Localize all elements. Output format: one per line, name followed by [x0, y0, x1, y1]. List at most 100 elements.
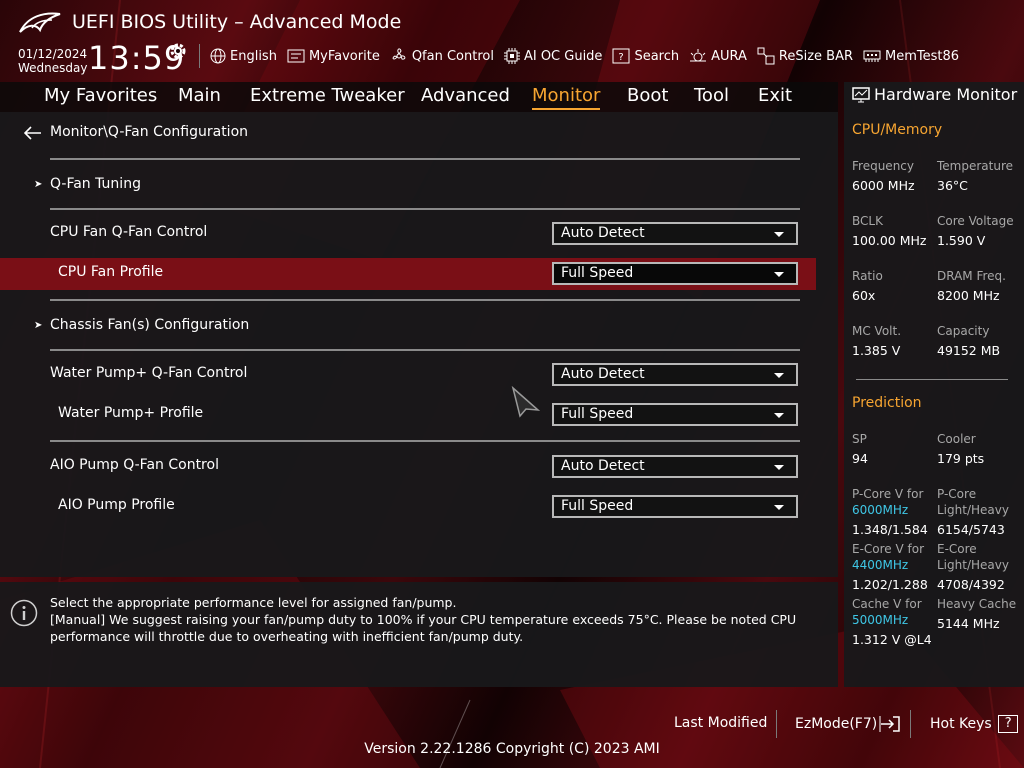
tool-qfan-label: Qfan Control — [411, 48, 494, 64]
sp-label: SP — [852, 432, 867, 446]
hot-keys-icon: ? — [998, 715, 1019, 733]
tool-search-label: Search — [634, 48, 680, 64]
water-pump-qfan-control-label: Water Pump+ Q-Fan Control — [50, 365, 248, 381]
ecore-lh-label-text: E-Core — [937, 542, 977, 556]
ecore-lh-label: E-Core Light/Heavy — [937, 541, 1009, 573]
rog-logo-icon — [19, 12, 61, 33]
tool-ai-oc-guide[interactable]: AI OC Guide — [503, 48, 603, 64]
resize-bar-icon — [757, 47, 775, 65]
back-arrow-icon[interactable] — [24, 126, 42, 140]
chip-icon — [503, 48, 520, 64]
frequency-value: 6000 MHz — [852, 178, 915, 193]
ecore-v-freq: 4400MHz — [852, 558, 909, 572]
water-pump-profile-select[interactable]: Full Speed — [552, 403, 798, 426]
search-icon: ? — [612, 48, 630, 64]
ecore-lh-label-text: Light/Heavy — [937, 558, 1009, 572]
fan-icon — [392, 48, 406, 60]
tab-my-favorites[interactable]: My Favorites — [44, 85, 157, 106]
expand-arrow-icon: ➤ — [34, 179, 43, 190]
last-modified-button[interactable]: Last Modified — [674, 715, 767, 731]
aio-pump-qfan-control-select[interactable]: Auto Detect — [552, 455, 798, 478]
hot-keys-label: Hot Keys — [930, 716, 992, 732]
tool-english-label: English — [230, 48, 277, 64]
select-value: Auto Detect — [561, 458, 645, 474]
temperature-value: 36°C — [937, 178, 968, 193]
aio-pump-profile-select[interactable]: Full Speed — [552, 495, 798, 518]
tab-main[interactable]: Main — [178, 85, 221, 106]
tab-tool[interactable]: Tool — [694, 85, 729, 106]
tool-qfan-control[interactable]: Qfan Control — [390, 47, 494, 65]
pcore-v-label-text: P-Core V for — [852, 487, 924, 501]
tool-ai-oc-label: AI OC Guide — [523, 48, 603, 64]
tool-search[interactable]: ? Search — [612, 48, 679, 64]
header-divider — [199, 44, 200, 68]
divider — [50, 208, 800, 210]
footer-divider — [910, 710, 911, 738]
section-chassis-fans[interactable]: Chassis Fan(s) Configuration — [50, 317, 249, 333]
divider — [856, 379, 1008, 380]
help-text: Select the appropriate performance level… — [50, 594, 830, 645]
main-tabs: My Favorites Main Extreme Tweaker Advanc… — [0, 82, 838, 112]
cooler-value: 179 pts — [937, 451, 985, 466]
tab-boot[interactable]: Boot — [627, 85, 668, 106]
tool-myfavorite-label: MyFavorite — [308, 48, 380, 64]
gear-icon[interactable] — [168, 41, 188, 61]
water-pump-profile-label: Water Pump+ Profile — [58, 405, 204, 421]
hardware-monitor-title: Hardware Monitor — [852, 85, 1017, 104]
tool-memtest86[interactable]: MemTest86 — [863, 49, 959, 64]
globe-icon — [210, 48, 226, 64]
divider — [50, 299, 800, 301]
dram-freq-value: 8200 MHz — [937, 288, 1000, 303]
footer-divider — [776, 710, 777, 738]
pcore-lh-label-text: P-Core — [937, 487, 977, 501]
hot-keys-button[interactable]: Hot Keys ? — [930, 715, 1019, 733]
pcore-lh-label-text: Light/Heavy — [937, 503, 1009, 517]
tab-advanced[interactable]: Advanced — [421, 85, 510, 106]
select-value: Full Speed — [561, 265, 634, 281]
cpu-fan-qfan-control-select[interactable]: Auto Detect — [552, 222, 798, 245]
cpu-memory-title: CPU/Memory — [852, 122, 943, 138]
tool-myfavorite[interactable]: MyFavorite — [287, 49, 380, 64]
tool-aura[interactable]: AURA — [689, 48, 747, 64]
date-display: 01/12/2024 Wednesday — [18, 47, 87, 75]
info-icon — [10, 599, 38, 627]
tool-resize-bar[interactable]: ReSize BAR — [757, 47, 853, 65]
chevron-down-icon — [774, 413, 784, 418]
chevron-down-icon — [774, 465, 784, 470]
cache-v-freq: 5000MHz — [852, 613, 909, 627]
mc-volt-value: 1.385 V — [852, 343, 901, 358]
divider — [50, 349, 800, 351]
cache-v-label: Cache V for 5000MHz — [852, 596, 922, 628]
tab-extreme-tweaker[interactable]: Extreme Tweaker — [250, 85, 405, 106]
water-pump-qfan-control-select[interactable]: Auto Detect — [552, 363, 798, 386]
select-value: Auto Detect — [561, 225, 645, 241]
main-panel: Monitor\Q-Fan Configuration ➤ Q-Fan Tuni… — [0, 112, 838, 577]
aio-pump-qfan-control-label: AIO Pump Q-Fan Control — [50, 457, 219, 473]
section-qfan-tuning[interactable]: Q-Fan Tuning — [50, 176, 141, 192]
tab-monitor[interactable]: Monitor — [532, 85, 601, 110]
ecore-lh-value: 4708/4392 — [937, 577, 1005, 592]
ecore-v-value: 1.202/1.288 — [852, 577, 928, 592]
memory-icon — [863, 50, 881, 62]
aio-pump-profile-label: AIO Pump Profile — [58, 497, 175, 513]
tool-english[interactable]: English — [210, 48, 277, 64]
tab-exit[interactable]: Exit — [758, 85, 792, 106]
dram-freq-label: DRAM Freq. — [937, 269, 1006, 283]
cache-v-label-text: Cache V for — [852, 597, 922, 611]
app-title: UEFI BIOS Utility – Advanced Mode — [72, 11, 402, 33]
help-text-line: [Manual] We suggest raising your fan/pum… — [50, 612, 797, 644]
version-text: Version 2.22.1286 Copyright (C) 2023 AMI — [364, 741, 660, 757]
chevron-down-icon — [774, 272, 784, 277]
cpu-fan-profile-select[interactable]: Full Speed — [552, 262, 798, 285]
temperature-label: Temperature — [937, 159, 1014, 173]
favorite-icon — [287, 49, 305, 63]
ezmode-button[interactable]: EzMode(F7) — [795, 715, 901, 733]
core-voltage-value: 1.590 V — [937, 233, 986, 248]
pcore-lh-value: 6154/5743 — [937, 522, 1005, 537]
heavy-cache-value: 5144 MHz — [937, 616, 1000, 631]
weekday-text: Wednesday — [18, 61, 88, 75]
chevron-down-icon — [774, 373, 784, 378]
select-value: Full Speed — [561, 498, 634, 514]
date-text: 01/12/2024 — [18, 47, 88, 61]
pcore-v-value: 1.348/1.584 — [852, 522, 928, 537]
